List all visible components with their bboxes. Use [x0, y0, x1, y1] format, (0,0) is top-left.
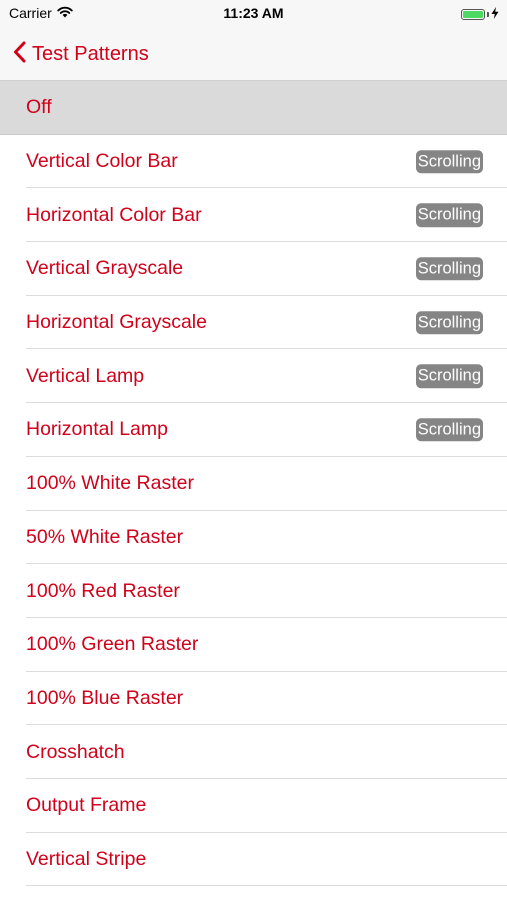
list-item[interactable]: 50% White Raster	[0, 511, 507, 565]
list-item-label: Vertical Lamp	[26, 364, 145, 387]
navigation-bar: Test Patterns	[0, 28, 507, 81]
list-item[interactable]: Horizontal Color Bar Scrolling	[0, 188, 507, 242]
list-item[interactable]: Output Frame	[0, 779, 507, 833]
status-bar: Carrier 11:23 AM	[0, 0, 507, 28]
list-item[interactable]: Horizontal Lamp Scrolling	[0, 403, 507, 457]
battery-fill	[463, 10, 483, 18]
list-item[interactable]: Horizontal Grayscale Scrolling	[0, 296, 507, 350]
list-item-label: 100% Green Raster	[26, 633, 199, 656]
list-item-label: Off	[26, 96, 52, 119]
list-item[interactable]: Off	[0, 81, 507, 135]
list-item-label: 100% White Raster	[26, 472, 194, 495]
list-item-label: Output Frame	[26, 794, 147, 817]
scrolling-badge: Scrolling	[415, 418, 483, 442]
list-item[interactable]: 100% Red Raster	[0, 564, 507, 618]
list-item-label: Vertical Stripe	[26, 847, 147, 870]
list-item[interactable]: 100% Green Raster	[0, 618, 507, 672]
list-item-label: Horizontal Lamp	[26, 418, 168, 441]
scrolling-badge: Scrolling	[415, 364, 483, 389]
scrolling-badge: Scrolling	[415, 149, 483, 174]
list-item[interactable]: Vertical Grayscale Scrolling	[0, 242, 507, 296]
list-item-label: 100% Blue Raster	[26, 686, 184, 709]
scrolling-badge: Scrolling	[415, 203, 483, 227]
list-item[interactable]: Vertical Stripe	[0, 833, 507, 887]
scrolling-badge: Scrolling	[415, 310, 483, 335]
charging-bolt-icon	[491, 6, 499, 22]
back-button-label: Test Patterns	[32, 42, 149, 65]
list-item-label: Horizontal Grayscale	[26, 311, 207, 334]
list-item-label: Vertical Grayscale	[26, 257, 184, 280]
list-item-label: Crosshatch	[26, 740, 125, 763]
list-item-label: Horizontal Color Bar	[26, 203, 202, 226]
list-item-label: 50% White Raster	[26, 525, 184, 548]
status-time: 11:23 AM	[223, 5, 284, 21]
chevron-left-icon	[13, 41, 26, 68]
list-item-label: 100% Red Raster	[26, 579, 180, 602]
list-item[interactable]: Vertical Color Bar Scrolling	[0, 135, 507, 189]
battery-tip	[487, 11, 489, 17]
list-item[interactable]: Crosshatch	[0, 725, 507, 779]
battery-icon	[461, 8, 485, 20]
list-item[interactable]: 100% White Raster	[0, 457, 507, 511]
back-button[interactable]: Test Patterns	[0, 41, 149, 68]
list-item[interactable]: Vertical Lamp Scrolling	[0, 349, 507, 403]
test-pattern-list: Off Vertical Color Bar Scrolling Horizontal…	[0, 81, 507, 887]
status-right	[461, 6, 499, 22]
list-item-label: Vertical Color Bar	[26, 150, 178, 173]
scrolling-badge: Scrolling	[415, 257, 483, 281]
list-item[interactable]: 100% Blue Raster	[0, 672, 507, 726]
